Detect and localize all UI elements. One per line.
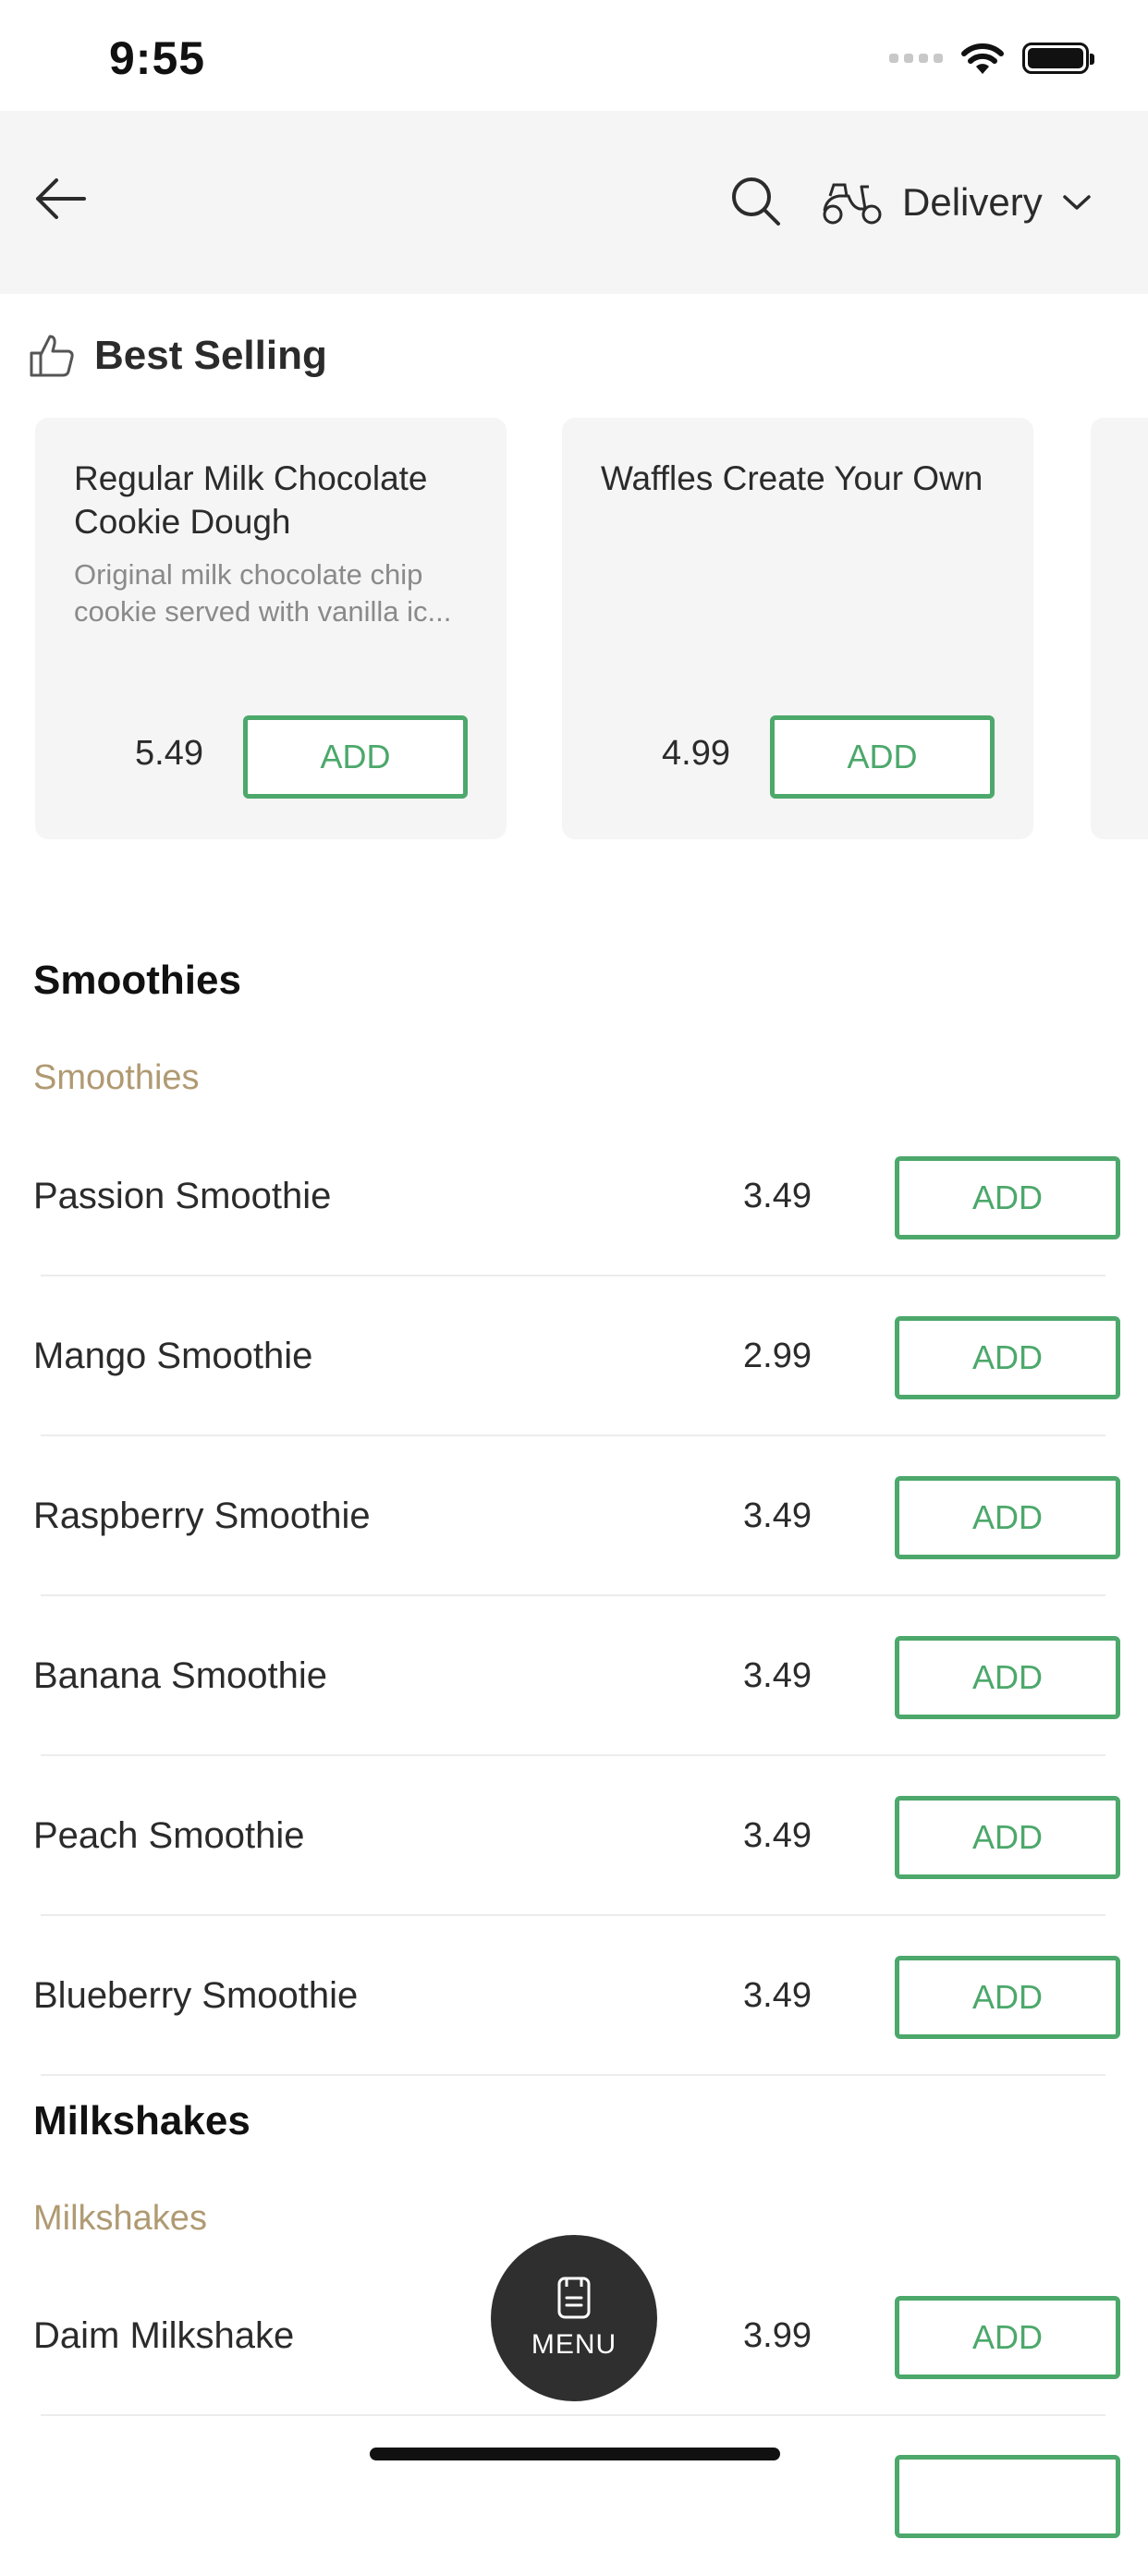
thumbs-up-icon (30, 335, 74, 377)
best-selling-card-peek[interactable] (1091, 418, 1148, 839)
scooter-icon (823, 183, 882, 225)
menu-item-row[interactable]: Raspberry Smoothie 3.49 ADD (0, 1436, 1148, 1596)
status-time: 9:55 (109, 32, 206, 84)
item-name: Blueberry Smoothie (33, 1975, 359, 2016)
item-price: 3.99 (743, 2316, 812, 2355)
product-price: 5.49 (135, 734, 203, 773)
section-title-smoothies: Smoothies (33, 958, 241, 1003)
item-price: 3.49 (743, 1496, 812, 1535)
menu-item-row[interactable]: Mango Smoothie 2.99 ADD (0, 1276, 1148, 1436)
delivery-label: Delivery (902, 180, 1043, 224)
item-name: Peach Smoothie (33, 1815, 305, 1856)
battery-icon (1022, 43, 1094, 74)
add-button[interactable]: ADD (895, 1636, 1120, 1719)
add-button[interactable]: ADD (895, 1156, 1120, 1239)
add-button[interactable]: ADD (895, 2296, 1120, 2379)
add-button[interactable]: ADD (895, 1956, 1120, 2039)
menu-item-row[interactable]: Passion Smoothie 3.49 ADD (0, 1117, 1148, 1276)
add-button[interactable]: ADD (243, 715, 468, 799)
row-divider (41, 2074, 1105, 2076)
subsection-title-milkshakes: Milkshakes (33, 2199, 207, 2238)
chevron-down-icon (1062, 195, 1091, 210)
add-button[interactable]: ADD (895, 1476, 1120, 1559)
item-price: 3.49 (743, 1177, 812, 1215)
menu-item-row-partial[interactable] (0, 2416, 1148, 2576)
add-button[interactable]: ADD (770, 715, 995, 799)
product-name: Waffles Create Your Own (601, 459, 983, 497)
item-price: 2.99 (743, 1337, 812, 1375)
menu-item-row[interactable]: Peach Smoothie 3.49 ADD (0, 1756, 1148, 1916)
item-name: Daim Milkshake (33, 2315, 295, 2356)
add-button[interactable] (895, 2455, 1120, 2538)
menu-book-icon (557, 2277, 591, 2319)
menu-item-row[interactable]: Banana Smoothie 3.49 ADD (0, 1596, 1148, 1756)
subsection-title-smoothies: Smoothies (33, 1058, 200, 1097)
signal-icon (889, 54, 943, 63)
search-icon (732, 177, 780, 226)
item-price: 3.49 (743, 1816, 812, 1855)
item-name: Banana Smoothie (33, 1655, 328, 1696)
best-selling-header: Best Selling (28, 333, 327, 379)
best-selling-title: Best Selling (94, 333, 327, 378)
item-price: 3.49 (743, 1656, 812, 1695)
best-selling-card[interactable]: Waffles Create Your Own 4.99 ADD (562, 418, 1033, 839)
item-name: Mango Smoothie (33, 1336, 313, 1376)
add-button[interactable]: ADD (895, 1316, 1120, 1399)
home-indicator[interactable] (370, 2448, 780, 2460)
menu-item-row[interactable]: Blueberry Smoothie 3.49 ADD (0, 1916, 1148, 2076)
delivery-mode-selector[interactable]: Delivery (821, 168, 1093, 237)
status-bar: 9:55 (0, 0, 1148, 111)
item-name: Passion Smoothie (33, 1176, 332, 1216)
arrow-left-icon (36, 178, 86, 219)
back-button[interactable] (28, 166, 92, 231)
section-title-milkshakes: Milkshakes (33, 2098, 250, 2143)
menu-button[interactable]: MENU (491, 2235, 657, 2401)
product-description: Original milk chocolate chip cookie serv… (74, 558, 452, 628)
item-name: Raspberry Smoothie (33, 1496, 371, 1536)
wifi-icon (961, 43, 1004, 74)
app-header: Delivery (0, 111, 1148, 294)
item-price: 3.49 (743, 1976, 812, 2015)
status-icons (889, 41, 1094, 76)
menu-button-label: MENU (531, 2329, 617, 2360)
product-name: Regular Milk Chocolate Cookie Dough (74, 459, 428, 541)
product-price: 4.99 (662, 734, 730, 773)
search-button[interactable] (730, 176, 786, 231)
best-selling-card[interactable]: Regular Milk Chocolate Cookie Dough Orig… (35, 418, 507, 839)
add-button[interactable]: ADD (895, 1796, 1120, 1879)
